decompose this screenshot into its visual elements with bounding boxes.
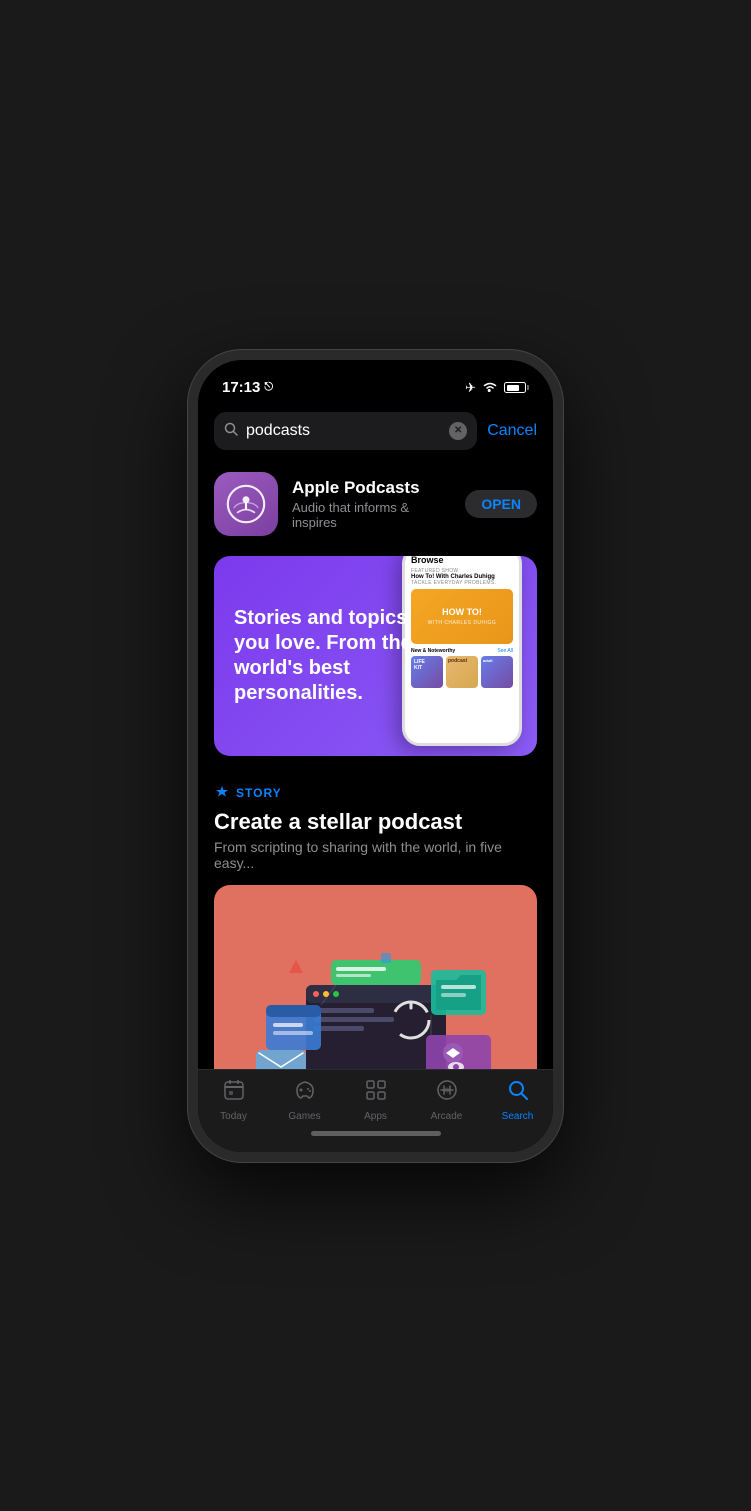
clear-x-icon: ✕	[454, 425, 462, 436]
search-row: podcasts ✕ Cancel	[214, 412, 537, 450]
mini-browse-title: Browse	[411, 556, 513, 565]
story-badge: STORY	[236, 786, 282, 800]
screen: 17:13 ⎋ ✈	[198, 360, 553, 1152]
search-icon	[224, 422, 238, 439]
tab-search[interactable]: Search	[482, 1078, 553, 1122]
games-icon	[293, 1078, 317, 1108]
tab-bar: Today Games	[198, 1069, 553, 1152]
tab-today-label: Today	[220, 1111, 247, 1122]
today-icon	[222, 1078, 246, 1108]
battery-icon	[504, 382, 529, 393]
tab-arcade[interactable]: Arcade	[411, 1078, 482, 1122]
status-icons: ✈	[465, 380, 529, 396]
story-subtitle: From scripting to sharing with the world…	[214, 839, 537, 871]
location-icon: ⎋	[264, 381, 273, 394]
app-name: Apple Podcasts	[292, 478, 451, 498]
tab-games[interactable]: Games	[269, 1078, 340, 1122]
appstore-icon	[214, 784, 230, 803]
open-button[interactable]: OPEN	[465, 490, 537, 518]
banner-text-area: Stories and topics you love. From the wo…	[214, 586, 537, 726]
airplane-icon: ✈	[465, 380, 476, 396]
tab-apps-label: Apps	[364, 1111, 387, 1122]
search-bar-container: podcasts ✕ Cancel	[198, 404, 553, 460]
app-subtitle: Audio that informs & inspires	[292, 500, 451, 530]
apps-icon	[364, 1078, 388, 1108]
wifi-icon	[482, 380, 498, 395]
search-clear-button[interactable]: ✕	[449, 422, 467, 440]
main-content: Apple Podcasts Audio that informs & insp…	[198, 460, 553, 1069]
time-display: 17:13	[222, 379, 260, 396]
story-illustration	[214, 885, 537, 1069]
banner-title: Stories and topics you love. From the wo…	[234, 606, 414, 706]
phone-frame: 17:13 ⎋ ✈	[188, 350, 563, 1162]
cancel-button[interactable]: Cancel	[487, 422, 537, 440]
tab-games-label: Games	[288, 1111, 320, 1122]
status-time: 17:13 ⎋	[222, 379, 273, 396]
arcade-icon	[435, 1078, 459, 1108]
story-title: Create a stellar podcast	[214, 809, 537, 835]
tab-search-label: Search	[502, 1111, 534, 1122]
tab-apps[interactable]: Apps	[340, 1078, 411, 1122]
tab-today[interactable]: Today	[198, 1078, 269, 1122]
story-label-row: STORY	[214, 784, 537, 803]
home-indicator	[311, 1131, 441, 1136]
search-bar[interactable]: podcasts ✕	[214, 412, 477, 450]
tab-arcade-label: Arcade	[431, 1111, 463, 1122]
story-image-card[interactable]	[214, 885, 537, 1069]
app-result-row[interactable]: Apple Podcasts Audio that informs & insp…	[198, 460, 553, 548]
promotional-banner[interactable]: Stories and topics you love. From the wo…	[214, 556, 537, 756]
app-info: Apple Podcasts Audio that informs & insp…	[292, 478, 451, 530]
search-tab-icon	[506, 1078, 530, 1108]
search-query[interactable]: podcasts	[246, 422, 441, 440]
app-icon-podcasts	[214, 472, 278, 536]
story-section: STORY Create a stellar podcast From scri…	[198, 764, 553, 1069]
notch	[301, 360, 451, 388]
